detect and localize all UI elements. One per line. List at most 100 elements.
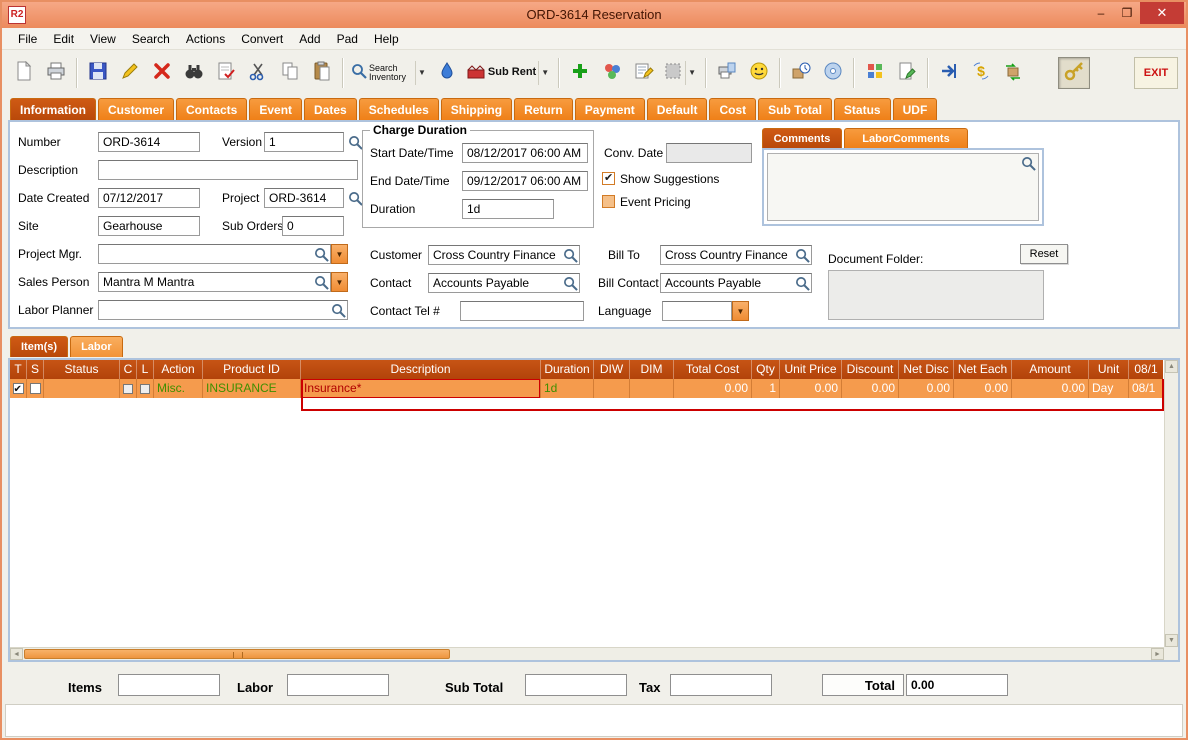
labor-total-input[interactable] [287,674,389,696]
close-button[interactable] [1140,2,1184,24]
minimize-button[interactable] [1088,4,1114,24]
tab-event[interactable]: Event [249,98,303,120]
quick-search-button[interactable] [431,57,463,89]
convert-order-button[interactable] [997,57,1029,89]
menu-search[interactable]: Search [124,29,178,49]
col-header-unit[interactable]: Unit [1089,360,1129,379]
menu-actions[interactable]: Actions [178,29,233,49]
event-pricing-checkbox[interactable] [602,195,615,208]
col-header-t[interactable]: T [10,360,27,379]
tax-input[interactable] [670,674,772,696]
scrollbar-thumb[interactable] [24,649,450,659]
menu-convert[interactable]: Convert [233,29,291,49]
menu-edit[interactable]: Edit [45,29,82,49]
col-header-product-id[interactable]: Product ID [203,360,301,379]
col-header-qty[interactable]: Qty [752,360,780,379]
bill-to-search-icon[interactable] [794,247,810,263]
project-search-icon[interactable] [347,190,363,206]
cell-description[interactable]: Insurance* [301,379,541,398]
print-forms-button[interactable] [711,57,743,89]
col-header-c[interactable]: C [120,360,137,379]
col-header-l[interactable]: L [137,360,154,379]
date-created-input[interactable] [98,188,200,208]
sub-rent-button[interactable]: Sub Rent [463,57,554,89]
comments-search-icon[interactable] [1020,155,1036,171]
edit-notes-button[interactable] [628,57,660,89]
tab-customer[interactable]: Customer [98,98,175,120]
print-button[interactable] [40,57,72,89]
customer-search-icon[interactable] [562,247,578,263]
delete-button[interactable] [146,57,178,89]
search-inventory-button[interactable]: Search Inventory [348,57,431,89]
site-input[interactable] [98,216,200,236]
scroll-down-button[interactable] [1165,634,1178,647]
chevron-down-icon[interactable] [415,60,428,85]
sales-person-dropdown-button[interactable] [331,272,348,292]
col-header-net-disc[interactable]: Net Disc [899,360,954,379]
tab-schedules[interactable]: Schedules [358,98,439,120]
horizontal-scrollbar[interactable] [10,647,1164,660]
menu-file[interactable]: File [10,29,45,49]
show-suggestions-checkbox[interactable] [602,171,615,185]
total-input[interactable] [906,674,1008,696]
col-header-s[interactable]: S [27,360,44,379]
save-button[interactable] [82,57,114,89]
sales-person-input[interactable] [98,272,331,292]
col-header-start-date[interactable]: 08/1 [1129,360,1163,379]
col-header-amount[interactable]: Amount [1012,360,1089,379]
end-datetime-input[interactable] [462,171,588,191]
col-header-unit-price[interactable]: Unit Price [780,360,842,379]
bill-contact-search-icon[interactable] [794,275,810,291]
tab-sub-total[interactable]: Sub Total [758,98,832,120]
language-dropdown-button[interactable] [732,301,749,321]
cut-button[interactable] [242,57,274,89]
row-l-checkbox[interactable] [140,383,150,394]
col-header-total-cost[interactable]: Total Cost [674,360,752,379]
start-datetime-input[interactable] [462,143,588,163]
project-mgr-input[interactable] [98,244,331,264]
sub-orders-input[interactable] [282,216,344,236]
paste-button[interactable] [306,57,338,89]
scroll-up-button[interactable] [1165,360,1178,373]
stamp-button[interactable] [660,57,701,89]
check-in-button[interactable] [785,57,817,89]
tab-contacts[interactable]: Contacts [176,98,248,120]
reports-button[interactable] [859,57,891,89]
tab-labor[interactable]: Labor [70,336,123,357]
items-total-input[interactable] [118,674,220,696]
project-mgr-search-icon[interactable] [313,246,329,262]
feedback-button[interactable] [743,57,775,89]
exit-button[interactable]: EXIT [1134,56,1178,89]
sub-total-input[interactable] [525,674,627,696]
add-item-button[interactable] [564,57,596,89]
tab-comments[interactable]: Comments [762,128,842,148]
col-header-status[interactable]: Status [44,360,120,379]
scroll-right-button[interactable] [1151,648,1164,660]
labor-planner-search-icon[interactable] [330,302,346,318]
reset-button[interactable]: Reset [1020,244,1068,264]
sales-person-search-icon[interactable] [313,274,329,290]
tab-udf[interactable]: UDF [892,98,938,120]
menu-view[interactable]: View [82,29,124,49]
col-header-duration[interactable]: Duration [541,360,594,379]
project-input[interactable] [264,188,344,208]
contact-search-icon[interactable] [562,275,578,291]
edit-button[interactable] [114,57,146,89]
tab-labor-comments[interactable]: LaborComments [844,128,968,148]
col-header-net-each[interactable]: Net Each [954,360,1012,379]
tab-payment[interactable]: Payment [574,98,645,120]
copy-button[interactable] [274,57,306,89]
document-folder-box[interactable] [828,270,1044,320]
language-input[interactable] [662,301,732,321]
menu-pad[interactable]: Pad [329,29,366,49]
billing-button[interactable]: $ [965,57,997,89]
row-c-checkbox[interactable] [123,383,133,394]
customer-input[interactable] [428,245,580,265]
tab-items[interactable]: Item(s) [10,336,69,357]
vertical-scrollbar[interactable] [1164,360,1178,647]
duration-input[interactable] [462,199,554,219]
tab-dates[interactable]: Dates [304,98,357,120]
tools-button[interactable] [1058,56,1090,89]
bill-contact-input[interactable] [660,273,812,293]
col-header-diw[interactable]: DIW [594,360,630,379]
